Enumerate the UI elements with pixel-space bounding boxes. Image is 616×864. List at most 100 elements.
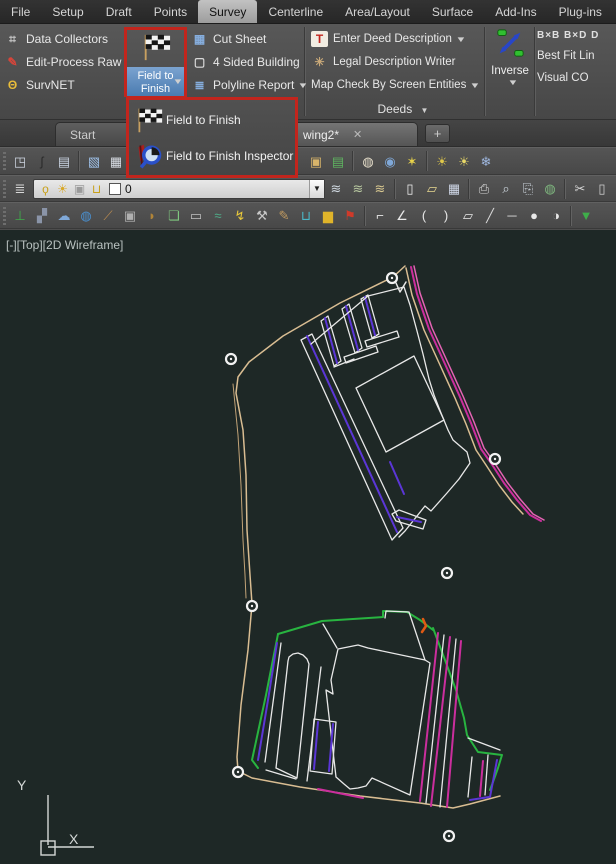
print-icon[interactable]: ⎙: [474, 179, 494, 199]
survey-point-dot: [391, 277, 393, 279]
ribbon-cogo-group: B×B B×D D Best Fit Lin Visual CO: [537, 24, 607, 93]
new-file-icon[interactable]: ▯: [400, 179, 420, 199]
layer-lock-icon[interactable]: ⊔: [88, 182, 105, 196]
open-drawing-icon[interactable]: ▧: [84, 151, 104, 171]
menu-item-plug-ins[interactable]: Plug-ins: [548, 0, 613, 23]
legal-description-writer-button[interactable]: ✳Legal Description Writer: [307, 51, 483, 73]
layer-color-swatch[interactable]: [109, 183, 121, 195]
publish-web-icon[interactable]: ◍: [540, 179, 560, 199]
brush-tool-icon[interactable]: ✎: [274, 206, 294, 226]
enter-deed-description-button[interactable]: TEnter Deed Description▼: [307, 28, 483, 50]
layer-vp-freeze-icon[interactable]: ▣: [71, 182, 88, 196]
hatch-region-icon[interactable]: ▱: [458, 206, 478, 226]
open-file-icon[interactable]: ▱: [422, 179, 442, 199]
layer-freeze-sun-icon[interactable]: ☀: [54, 182, 71, 196]
copy-entities-icon[interactable]: ❏: [164, 206, 184, 226]
intersect-icons[interactable]: B×B B×D D: [537, 30, 607, 41]
polyline-report-button[interactable]: ≣Polyline Report▼: [187, 74, 303, 96]
road-design-icon[interactable]: ▞: [32, 206, 52, 226]
light-snowflake-icon[interactable]: ❄: [476, 151, 496, 171]
menu-item-points[interactable]: Points: [143, 0, 198, 23]
4-sided-building-button[interactable]: ▢4 Sided Building: [187, 51, 303, 73]
stockpile-icon[interactable]: ◗: [142, 206, 162, 226]
polyline-edit-icon[interactable]: ⌐: [370, 206, 390, 226]
window-restore-icon[interactable]: ◳: [10, 151, 30, 171]
circle-fill-icon[interactable]: ●: [524, 206, 544, 226]
geology-pick-icon[interactable]: ⟋: [98, 206, 118, 226]
hydrology-rain-icon[interactable]: ☁: [54, 206, 74, 226]
new-tab-button[interactable]: +: [425, 124, 450, 143]
menu-item-centerline[interactable]: Centerline: [257, 0, 334, 23]
arc-tool-icon[interactable]: (: [414, 206, 434, 226]
polyline-join-icon[interactable]: ∠: [392, 206, 412, 226]
save-file-icon[interactable]: ▦: [444, 179, 464, 199]
menu-item-surface[interactable]: Surface: [421, 0, 484, 23]
best-fit-line-button[interactable]: Best Fit Lin: [537, 50, 607, 62]
paste-clip-icon[interactable]: ▯: [592, 179, 612, 199]
render-image-icon[interactable]: ▣: [306, 151, 326, 171]
layer-on-bulb-icon[interactable]: ϙ: [37, 182, 54, 196]
layer-translate-icon[interactable]: ≋: [370, 179, 390, 199]
pencil-point-icon[interactable]: ╱: [480, 206, 500, 226]
toolbar-grip[interactable]: [3, 207, 6, 225]
plotter-3d-icon[interactable]: ▭: [186, 206, 206, 226]
line-break-icon[interactable]: ─: [502, 206, 522, 226]
mining-hammers-icon[interactable]: ⚒: [252, 206, 272, 226]
deeds-panel-label[interactable]: Deeds ▼: [315, 102, 491, 116]
edit-process-raw-button[interactable]: ✎Edit-Process Raw: [0, 51, 122, 73]
toolbar-grip[interactable]: [3, 152, 6, 170]
inverse-button[interactable]: Inverse ▼: [487, 24, 533, 87]
magic-wand-icon[interactable]: ✶: [402, 151, 422, 171]
drawing-viewport[interactable]: [-][Top][2D Wireframe] Y X: [0, 230, 616, 864]
layer-combo-box[interactable]: ϙ☀▣⊔ 0 ▼: [33, 179, 325, 199]
menu-item-add-ins[interactable]: Add-Ins: [484, 0, 547, 23]
layer-manager-icon[interactable]: ≣: [10, 179, 30, 199]
curve-tool-icon[interactable]: ): [436, 206, 456, 226]
print-preview-icon[interactable]: ⌕: [496, 179, 516, 199]
lightning-tools-icon[interactable]: ↯: [230, 206, 250, 226]
menu-item-draft[interactable]: Draft: [95, 0, 143, 23]
close-icon[interactable]: ✕: [353, 128, 362, 141]
light-point-icon[interactable]: ☀: [432, 151, 452, 171]
circle-half-icon[interactable]: ◑: [546, 206, 566, 226]
mine-cart-icon[interactable]: ⊔: [296, 206, 316, 226]
map-check-by-screen-entities-button[interactable]: Map Check By Screen Entities▼: [307, 74, 483, 96]
survnet-button[interactable]: ΘSurvNET: [0, 74, 122, 96]
terrain-image-icon[interactable]: ≈: [208, 206, 228, 226]
menu-item-file[interactable]: File: [0, 0, 41, 23]
cut-sheet-button[interactable]: ▦Cut Sheet: [187, 28, 303, 50]
chevron-down-icon[interactable]: ▼: [309, 180, 324, 198]
dump-truck-icon[interactable]: ▆: [318, 206, 338, 226]
eplot-icon[interactable]: ⎘: [518, 179, 538, 199]
flyout-item-field-to-finish-inspector[interactable]: Field to Finish Inspector: [129, 138, 295, 174]
viewport-controls-label[interactable]: [-][Top][2D Wireframe]: [6, 238, 123, 252]
folder-send-icon[interactable]: ▤: [54, 151, 74, 171]
color-bands-icon[interactable]: ▤: [328, 151, 348, 171]
render-sphere-icon[interactable]: ◍: [358, 151, 378, 171]
survey-point-dot: [494, 458, 496, 460]
data-collectors-button[interactable]: ⌗Data Collectors: [0, 28, 122, 50]
flyout-item-label: Field to Finish Inspector: [166, 149, 293, 163]
camera-view-icon[interactable]: ▣: [120, 206, 140, 226]
gis-globe-icon[interactable]: ◍: [76, 206, 96, 226]
save-drawing-icon[interactable]: ▦: [106, 151, 126, 171]
survey-point-symbols: [226, 273, 500, 841]
light-bulb-icon[interactable]: ☀: [454, 151, 474, 171]
layer-states-icon[interactable]: ≋: [326, 179, 346, 199]
toolbar-grip[interactable]: [3, 180, 6, 198]
menu-item-survey[interactable]: Survey: [198, 0, 257, 23]
field-to-finish-button[interactable]: Field to Finish ▼: [124, 27, 187, 97]
drawing-canvas[interactable]: Y X: [0, 230, 616, 864]
visual-cogo-button[interactable]: Visual CO: [537, 72, 607, 84]
survey-flag-red-icon[interactable]: ⚑: [340, 206, 360, 226]
menu-item-area-layout[interactable]: Area/Layout: [334, 0, 421, 23]
layer-prev-icon[interactable]: ≋: [348, 179, 368, 199]
filter-funnel-icon[interactable]: ▼: [576, 206, 596, 226]
survey-instrument-icon[interactable]: ⊥: [10, 206, 30, 226]
hook-tool-icon[interactable]: ʃ: [32, 151, 52, 171]
toolbar-layers: ≣ ϙ☀▣⊔ 0 ▼ ≋≋≋▯▱▦⎙⌕⎘◍✂▯: [0, 175, 616, 202]
visual-eye-icon[interactable]: ◉: [380, 151, 400, 171]
menu-item-setup[interactable]: Setup: [41, 0, 94, 23]
flyout-item-field-to-finish[interactable]: Field to Finish: [129, 102, 295, 138]
cut-scissors-icon[interactable]: ✂: [570, 179, 590, 199]
